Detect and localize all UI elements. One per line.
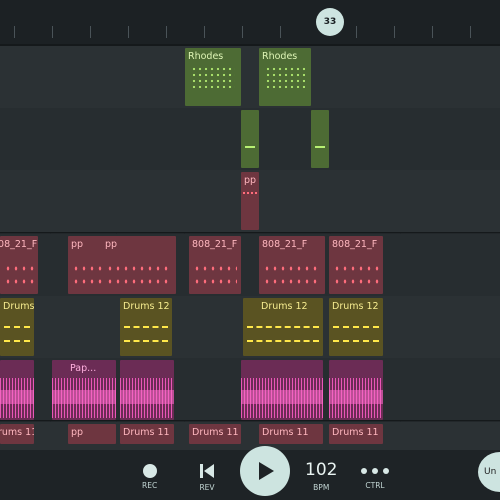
clip-label: Rhodes — [188, 51, 224, 62]
ruler-tick — [14, 26, 15, 38]
clip-rhodes-1[interactable]: Rhodes — [185, 48, 241, 106]
drum-hits — [4, 326, 30, 342]
clip-label: Drums 12 — [332, 301, 379, 312]
ruler-tick — [356, 26, 357, 38]
clip-label: Drums 11 — [262, 427, 309, 438]
ruler-tick — [128, 26, 129, 38]
play-icon — [259, 462, 274, 480]
controls-label: CTRL — [365, 481, 385, 490]
clip-label: Drums 12 — [123, 301, 170, 312]
ruler-tick — [90, 26, 91, 38]
midi-notes — [193, 262, 237, 288]
clip-rhodes-2[interactable]: Rhodes — [259, 48, 311, 106]
drum-hits — [247, 326, 319, 342]
clip-label: Drums 11 — [332, 427, 379, 438]
bpm-control[interactable]: 102 BPM — [305, 460, 337, 492]
record-label: REC — [142, 481, 158, 490]
sequencer-app: 33 Rhodes Rhodes pp 808_21_F — [0, 0, 500, 500]
clip-pp-3[interactable]: pp — [68, 424, 116, 444]
waveform-core — [329, 390, 383, 404]
playhead-marker[interactable]: 33 — [316, 8, 344, 36]
clip-label: rums 11 — [0, 427, 34, 438]
clip-label: pp — [71, 427, 84, 438]
clip-label: 808_21_F — [262, 239, 308, 250]
clip-melody-short-2[interactable] — [311, 110, 329, 168]
timeline-ruler[interactable]: 33 — [0, 0, 500, 46]
controls-button[interactable]: CTRL — [360, 464, 390, 490]
midi-notes — [263, 262, 321, 288]
undo-label: Un — [484, 467, 497, 477]
clip-label: Drums 12 — [3, 301, 34, 312]
midi-notes — [243, 192, 257, 194]
midi-notes — [4, 262, 34, 288]
bpm-label: BPM — [313, 483, 330, 492]
clip-drums12-2[interactable]: Drums 12 — [120, 298, 172, 356]
ruler-tick — [166, 26, 167, 38]
ruler-tick — [242, 26, 243, 38]
clip-drums12-3[interactable]: Drums 12 — [243, 298, 323, 356]
ruler-tick — [394, 26, 395, 38]
clip-label: Drums 11 — [192, 427, 239, 438]
clip-audio-3[interactable] — [241, 360, 323, 420]
clip-drums11-1[interactable]: rums 11 — [0, 424, 34, 444]
clip-label: Drums 11 — [123, 427, 170, 438]
track-lane-1[interactable] — [0, 46, 500, 109]
clip-label: Drums 12 — [261, 301, 308, 312]
ruler-tick — [432, 26, 433, 38]
clip-melody-short-1[interactable] — [241, 110, 259, 168]
clip-audio-pap[interactable]: Pap... — [52, 360, 116, 420]
clip-pp-2[interactable]: pp — [102, 236, 176, 294]
ruler-tick — [204, 26, 205, 38]
clip-label: pp — [71, 239, 84, 250]
clip-808-2[interactable]: 808_21_F — [189, 236, 241, 294]
bpm-value: 102 — [305, 460, 338, 480]
waveform-core — [241, 390, 323, 404]
clip-drums11-5[interactable]: Drums 11 — [329, 424, 383, 444]
record-button[interactable]: REC — [142, 464, 157, 490]
midi-notes — [265, 66, 305, 88]
midi-notes — [333, 262, 379, 288]
clip-drums11-3[interactable]: Drums 11 — [189, 424, 241, 444]
rewind-button[interactable]: REV — [198, 462, 216, 492]
clip-pp-short[interactable]: pp — [241, 172, 259, 230]
rewind-icon — [200, 464, 214, 478]
clip-drums12-1[interactable]: Drums 12 — [0, 298, 34, 356]
midi-note — [245, 146, 255, 148]
play-button[interactable] — [240, 446, 290, 496]
playhead-bar-number: 33 — [323, 17, 337, 27]
record-icon — [142, 464, 157, 478]
drum-hits — [124, 326, 168, 342]
ruler-tick — [470, 26, 471, 38]
clip-audio-4[interactable] — [329, 360, 383, 420]
more-dots-icon — [361, 468, 389, 474]
clip-drums12-4[interactable]: Drums 12 — [329, 298, 383, 356]
rewind-label: REV — [199, 483, 215, 492]
waveform-core — [120, 390, 174, 404]
waveform-core — [52, 390, 116, 404]
clip-label: Pap... — [70, 363, 97, 374]
clip-label: 808_21_F — [0, 239, 38, 250]
clip-drums11-2[interactable]: Drums 11 — [120, 424, 174, 444]
clip-drums11-4[interactable]: Drums 11 — [259, 424, 323, 444]
ruler-tick — [52, 26, 53, 38]
clip-audio-2[interactable] — [120, 360, 174, 420]
waveform-core — [0, 390, 34, 404]
clip-label: pp — [105, 239, 118, 250]
midi-notes — [191, 66, 235, 88]
drum-hits — [333, 326, 379, 342]
clip-808-4[interactable]: 808_21_F — [329, 236, 383, 294]
midi-notes — [106, 262, 172, 288]
clip-audio-1[interactable] — [0, 360, 34, 420]
clip-label: Rhodes — [262, 51, 298, 62]
ruler-tick — [280, 26, 281, 38]
clip-label: 808_21_F — [332, 239, 378, 250]
clip-label: pp — [244, 175, 257, 186]
midi-note — [315, 146, 325, 148]
clip-808-3[interactable]: 808_21_F — [259, 236, 325, 294]
clip-label: 808_21_F — [192, 239, 238, 250]
clip-808-1[interactable]: 808_21_F — [0, 236, 38, 294]
